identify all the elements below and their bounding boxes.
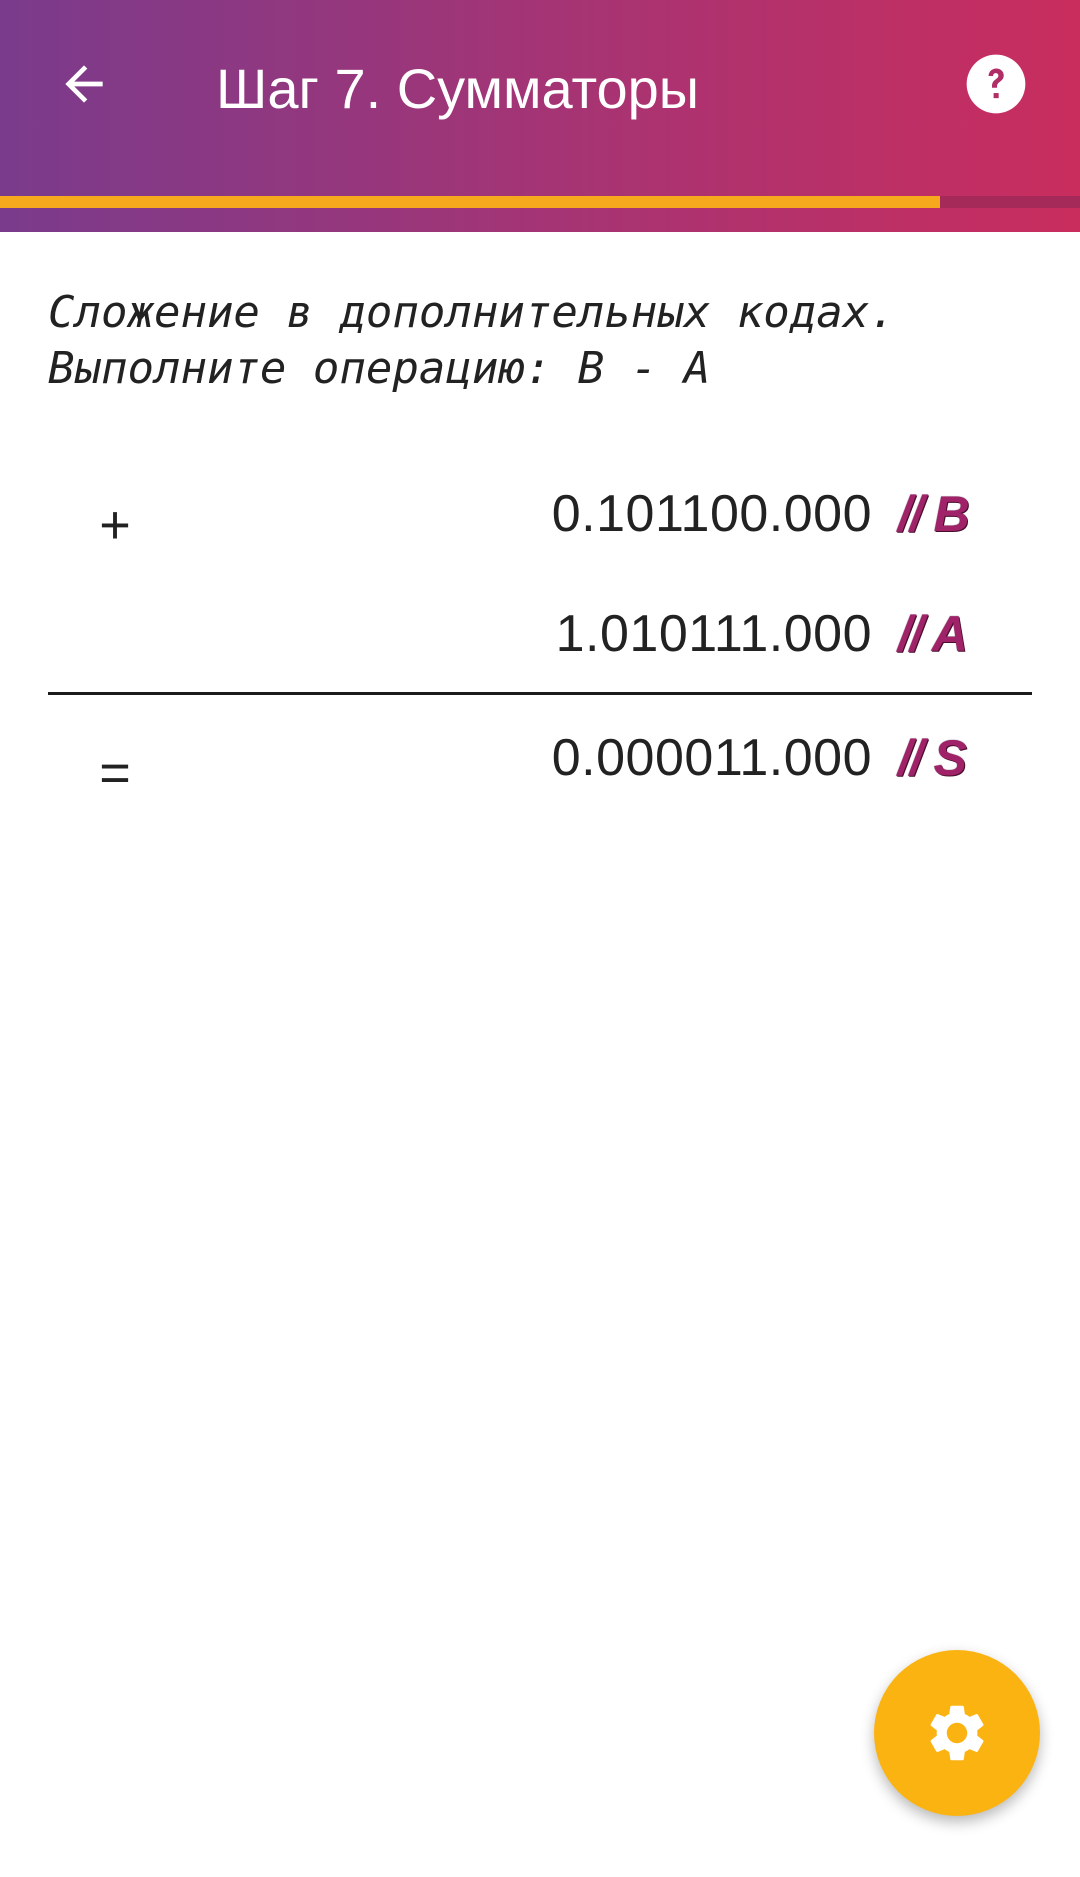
plus-sign: + xyxy=(99,495,131,555)
operand-a-comment: // A xyxy=(898,606,968,662)
app-screen: Шаг 7. Сумматоры Сложение в дополнительн… xyxy=(0,0,1080,1877)
result-value: 0.000011.000 xyxy=(551,729,872,787)
help-button[interactable] xyxy=(956,44,1036,124)
operand-b-comment: // B xyxy=(898,486,970,542)
task-line-1: Сложение в дополнительных кодах. xyxy=(48,287,896,338)
arrow-left-icon xyxy=(65,65,103,103)
task-line-2: Выполните операцию: B - A xyxy=(48,343,711,394)
page-title: Шаг 7. Сумматоры xyxy=(216,57,699,120)
back-button[interactable] xyxy=(44,44,124,124)
progress-bar-fill xyxy=(0,196,940,208)
progress-bar xyxy=(0,196,1080,208)
operand-b-value: 0.101100.000 xyxy=(551,485,872,543)
app-bar: Шаг 7. Сумматоры xyxy=(0,0,1080,232)
operand-a-row: 1.010111.000 // A xyxy=(556,602,1008,666)
operand-a-value: 1.010111.000 xyxy=(555,605,872,663)
operand-b-row: 0.101100.000 // B xyxy=(552,482,1008,546)
help-circle-icon xyxy=(966,54,1026,114)
equals-sign: = xyxy=(99,743,131,803)
sum-divider-line xyxy=(48,692,1032,695)
settings-fab-button[interactable] xyxy=(874,1650,1040,1816)
result-row: 0.000011.000 // S xyxy=(552,726,1008,790)
gear-icon xyxy=(930,1705,984,1761)
result-comment: // S xyxy=(898,730,967,786)
task-description: Сложение в дополнительных кодах. Выполни… xyxy=(48,285,1048,397)
